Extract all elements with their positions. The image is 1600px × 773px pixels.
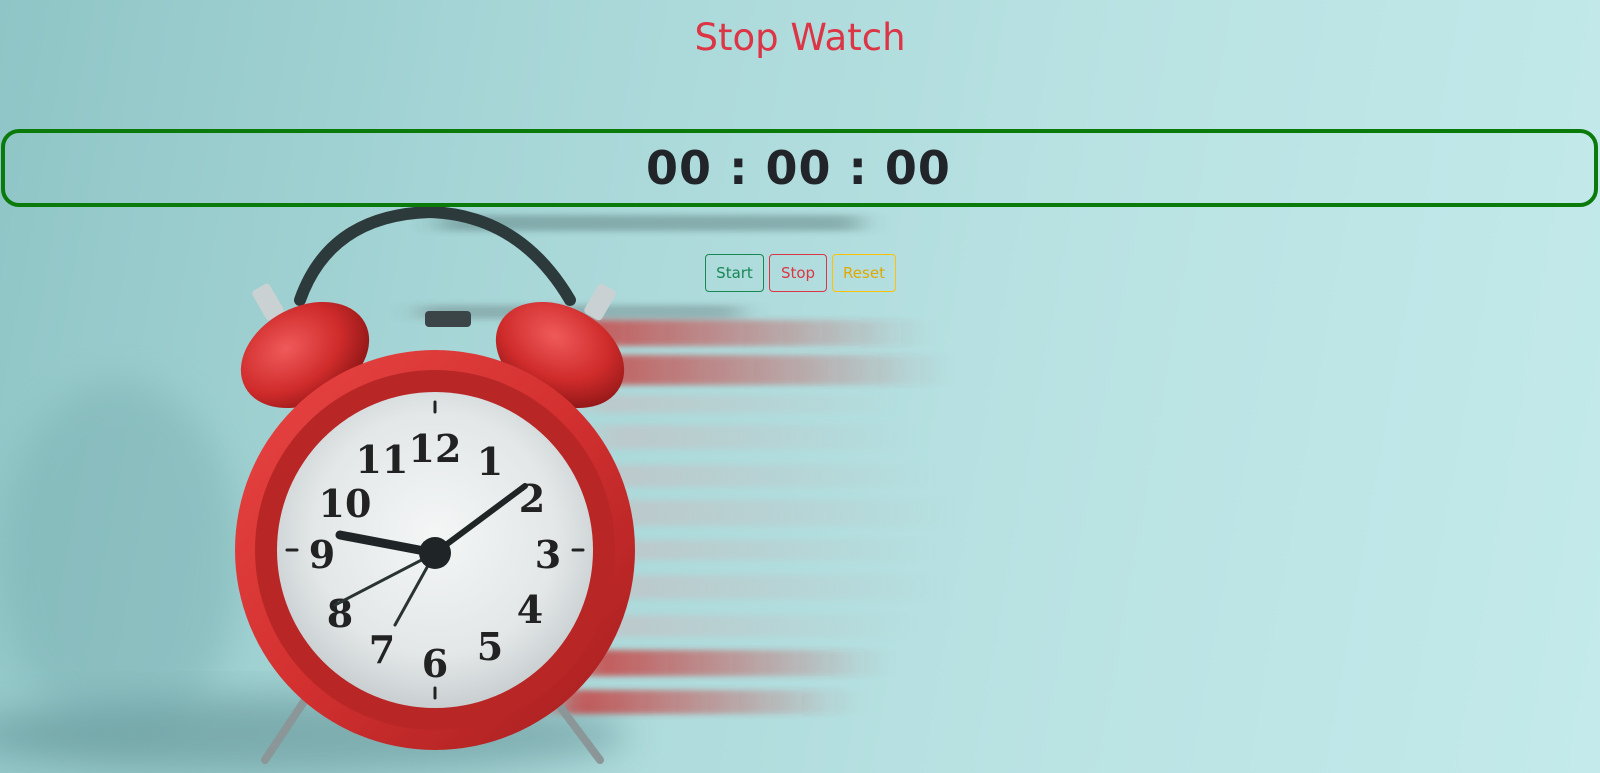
- timer-readout: 00 : 00 : 00: [646, 141, 951, 195]
- clock-numeral-9: 9: [309, 532, 335, 577]
- clock-numeral-4: 4: [517, 587, 543, 632]
- clock-numeral-5: 5: [477, 624, 503, 669]
- reset-button[interactable]: Reset: [832, 254, 896, 292]
- clock-numeral-7: 7: [369, 627, 395, 672]
- clock-numeral-6: 6: [422, 641, 448, 686]
- clock-numeral-10: 10: [319, 481, 372, 526]
- timer-display: 00 : 00 : 00: [1, 129, 1598, 207]
- control-buttons: Start Stop Reset: [705, 254, 896, 292]
- clock-numeral-11: 11: [356, 437, 409, 482]
- clock-numeral-1: 1: [477, 439, 503, 484]
- clock-numeral-2: 2: [519, 476, 545, 521]
- clock-numeral-3: 3: [535, 532, 561, 577]
- clock-numeral-12: 12: [409, 426, 462, 471]
- alarm-clock-background-image: 12 1 2 3 4 5 6 7 8 9 10 11: [0, 205, 940, 773]
- start-button[interactable]: Start: [705, 254, 764, 292]
- stop-button[interactable]: Stop: [769, 254, 827, 292]
- page-title: Stop Watch: [694, 16, 906, 59]
